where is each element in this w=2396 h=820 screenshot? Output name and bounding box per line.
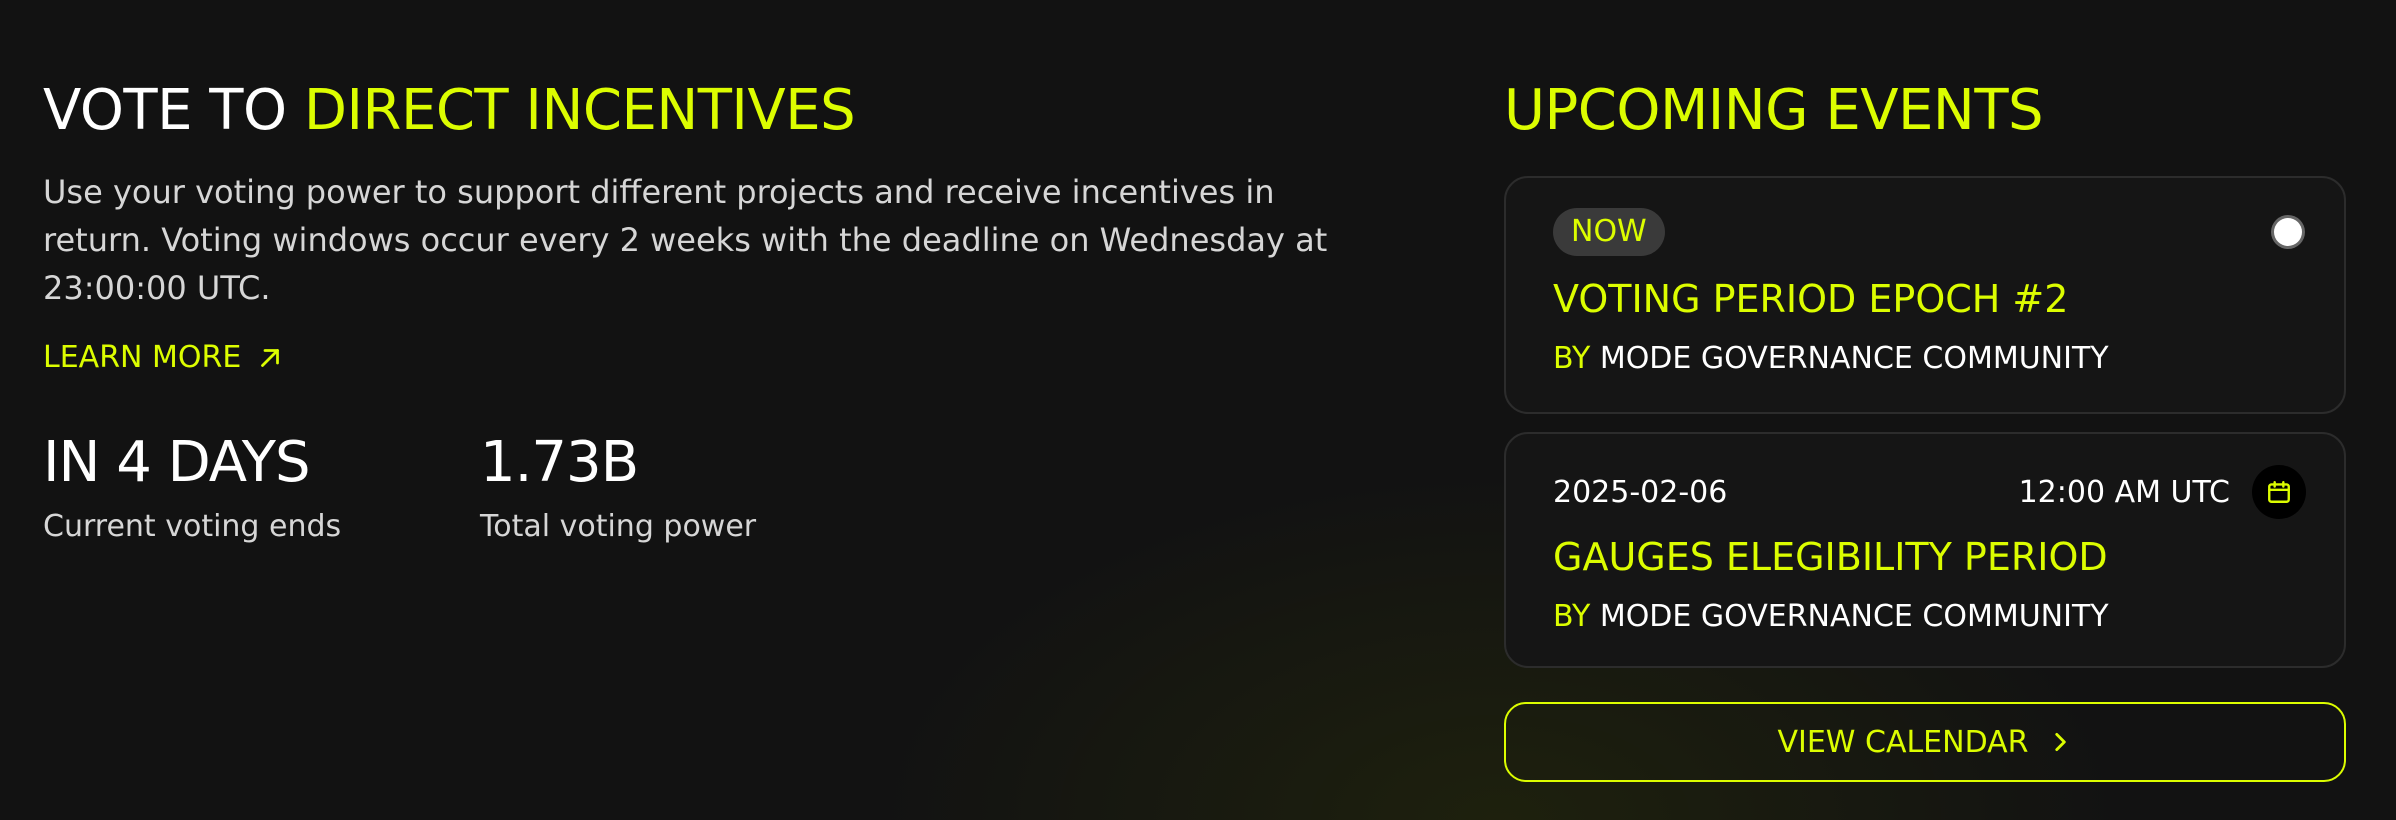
event-time: 12:00 AM UTC — [2018, 474, 2230, 510]
stat-value: IN 4 DAYS — [43, 430, 311, 495]
upcoming-events-title: UPCOMING EVENTS — [1504, 78, 2044, 143]
learn-more-link[interactable]: LEARN MORE — [43, 340, 285, 375]
arrow-up-right-icon — [261, 348, 280, 367]
add-to-calendar-button[interactable] — [2252, 465, 2306, 519]
calendar-icon — [2268, 481, 2290, 503]
by-label: BY — [1553, 599, 1591, 634]
stat-value: 1.73B — [480, 430, 639, 495]
event-card[interactable]: 2025-02-06 12:00 AM UTC GAUGES ELEGIBILI… — [1504, 432, 2346, 668]
organizer-name: MODE GOVERNANCE COMMUNITY — [1599, 341, 2109, 376]
chevron-right-icon — [2054, 733, 2066, 751]
status-radio[interactable] — [2274, 218, 2302, 246]
organizer-name: MODE GOVERNANCE COMMUNITY — [1599, 599, 2109, 634]
now-badge: NOW — [1553, 208, 1665, 256]
event-card[interactable]: NOW VOTING PERIOD EPOCH #2 BY MODE GOVER… — [1504, 176, 2346, 414]
stat-label: Current voting ends — [43, 509, 342, 544]
stat-voting-ends: IN 4 DAYS Current voting ends — [43, 425, 480, 544]
event-organizer: BY MODE GOVERNANCE COMMUNITY — [1553, 338, 2298, 380]
event-date: 2025-02-06 — [1553, 474, 1728, 510]
incentives-section: VOTE TO DIRECT INCENTIVES Use your votin… — [43, 72, 1363, 544]
learn-more-label: LEARN MORE — [43, 340, 242, 375]
stats-row: IN 4 DAYS Current voting ends 1.73B Tota… — [43, 425, 1363, 544]
heading-accent: DIRECT INCENTIVES — [303, 78, 856, 143]
section-description: Use your voting power to support differe… — [43, 173, 1328, 307]
view-calendar-button[interactable]: VIEW CALENDAR — [1504, 702, 2346, 782]
stat-label: Total voting power — [480, 509, 757, 544]
event-organizer: BY MODE GOVERNANCE COMMUNITY — [1553, 596, 2298, 638]
heading-prefix: VOTE TO — [43, 78, 304, 143]
event-title: VOTING PERIOD EPOCH #2 — [1553, 277, 2069, 321]
event-time-wrap: 12:00 AM UTC — [2018, 465, 2306, 519]
by-label: BY — [1553, 341, 1591, 376]
view-calendar-label: VIEW CALENDAR — [1777, 724, 2029, 760]
upcoming-events-section: UPCOMING EVENTS NOW VOTING PERIOD EPOCH … — [1504, 72, 2346, 782]
stat-total-power: 1.73B Total voting power — [480, 425, 917, 544]
section-heading: VOTE TO DIRECT INCENTIVES — [43, 72, 1363, 150]
event-datetime-row: 2025-02-06 12:00 AM UTC — [1553, 464, 2306, 520]
event-title: GAUGES ELEGIBILITY PERIOD — [1553, 535, 2108, 579]
